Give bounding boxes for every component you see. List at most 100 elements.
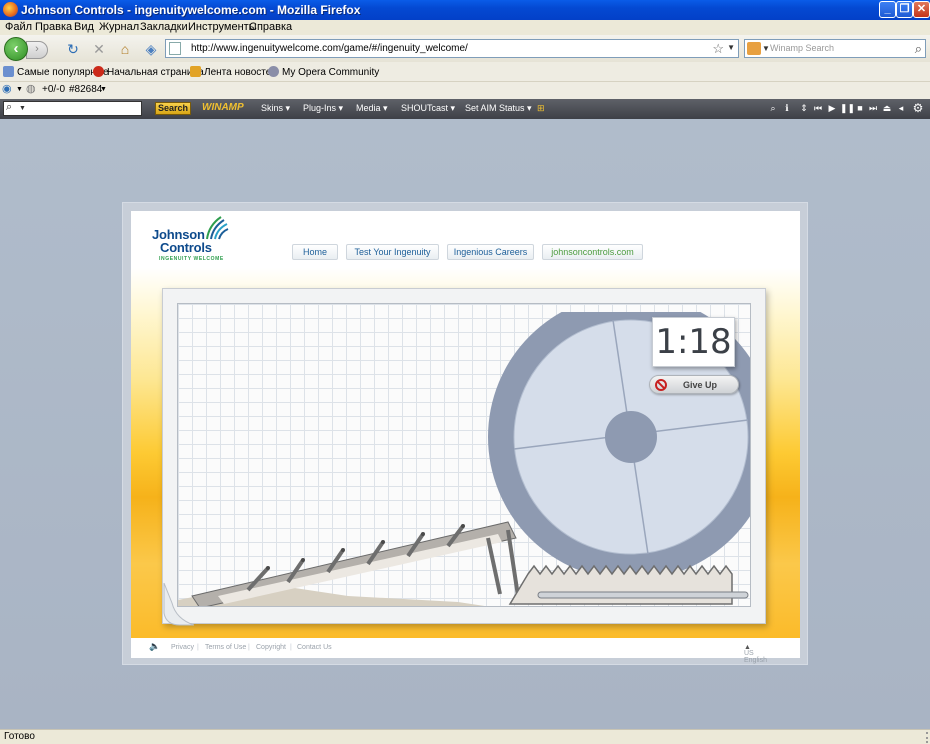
maximize-button[interactable]: ❐ bbox=[896, 1, 913, 18]
footer-link-privacy[interactable]: Privacy bbox=[171, 644, 194, 651]
bridge-truss-graphic bbox=[178, 521, 749, 606]
extension-toolbar: ◉ ▼ ◍ +0/-0 #82684 ▼ bbox=[0, 82, 930, 99]
search-icon[interactable]: ⌕ bbox=[915, 41, 922, 57]
bookmark-start-page[interactable]: Начальная страница bbox=[93, 66, 204, 78]
logo-line-2: Controls bbox=[160, 240, 212, 255]
search-engine-icon[interactable] bbox=[747, 42, 761, 55]
search-icon: ⌕ bbox=[6, 101, 13, 113]
menu-tools[interactable]: Инструменты bbox=[188, 21, 257, 33]
url-text: http://www.ingenuitywelcome.com/game/#/i… bbox=[191, 43, 468, 54]
page-icon bbox=[3, 66, 14, 77]
volume-icon[interactable]: ◂ bbox=[895, 102, 907, 114]
search-dropdown-icon[interactable]: ▼ bbox=[19, 105, 26, 112]
url-bar[interactable]: http://www.ingenuitywelcome.com/game/#/i… bbox=[165, 39, 739, 58]
johnson-controls-logo-icon bbox=[206, 216, 229, 240]
addon-icon[interactable]: ◈ bbox=[142, 40, 160, 58]
winamp-menu-media[interactable]: Media ▾ bbox=[356, 103, 388, 114]
winamp-menu-plugins[interactable]: Plug-Ins ▾ bbox=[303, 103, 343, 114]
rank-dropdown-icon[interactable]: ▼ bbox=[100, 86, 107, 93]
menu-label: Skins bbox=[261, 103, 284, 113]
shuffle-icon[interactable]: ⇕ bbox=[798, 102, 810, 114]
language-selector[interactable]: US English ▲ bbox=[744, 644, 767, 664]
bookmarks-toolbar: Самые популярные Начальная страница Лент… bbox=[0, 62, 930, 82]
resize-grip[interactable] bbox=[914, 732, 928, 743]
winamp-search-icon[interactable]: ⌕ bbox=[767, 102, 779, 114]
menu-view[interactable]: Вид bbox=[74, 21, 94, 33]
opera-community-icon bbox=[268, 66, 279, 77]
eject-icon[interactable]: ⏏ bbox=[881, 102, 893, 114]
minimize-button[interactable]: _ bbox=[879, 1, 896, 18]
stop-icon[interactable]: ✕ bbox=[90, 40, 108, 58]
winamp-search-input[interactable]: ⌕ ▼ bbox=[3, 101, 142, 116]
site-footer: 🔈 Privacy | Terms of Use | Copyright | C… bbox=[131, 638, 800, 664]
menu-edit[interactable]: Правка bbox=[35, 21, 72, 33]
back-button[interactable]: ‹ bbox=[4, 37, 28, 61]
footer-separator: | bbox=[290, 644, 292, 651]
previous-icon[interactable]: ⏮ bbox=[812, 102, 824, 114]
bookmark-label: Лента новостей bbox=[204, 67, 277, 78]
footer-link-terms[interactable]: Terms of Use bbox=[205, 644, 246, 651]
status-bar: Готово bbox=[0, 729, 930, 744]
menu-history[interactable]: Журнал bbox=[99, 21, 139, 33]
menu-label: Set AIM Status bbox=[465, 103, 525, 113]
extension-dropdown-icon[interactable]: ▼ bbox=[16, 86, 23, 93]
page-icon bbox=[169, 42, 181, 55]
menu-label: Media bbox=[356, 103, 381, 113]
menu-bar: Файл Правка Вид Журнал Закладки Инструме… bbox=[0, 20, 930, 35]
page-curl-graphic bbox=[163, 583, 194, 626]
firefox-icon bbox=[3, 2, 18, 17]
close-button[interactable]: ✕ bbox=[913, 1, 930, 18]
winamp-menu-skins[interactable]: Skins ▾ bbox=[261, 103, 290, 114]
winamp-menu-shoutcast[interactable]: SHOUTcast ▾ bbox=[401, 103, 455, 114]
winamp-search-button[interactable]: Search bbox=[155, 102, 191, 115]
search-placeholder: Winamp Search bbox=[770, 43, 835, 53]
navigation-toolbar: › ‹ ↻ ✕ ⌂ ◈ http://www.ingenuitywelcome.… bbox=[0, 35, 930, 62]
sound-icon[interactable]: 🔈 bbox=[149, 641, 160, 652]
bookmark-news-feed[interactable]: Лента новостей bbox=[190, 66, 277, 78]
menu-bookmarks[interactable]: Закладки bbox=[140, 21, 188, 33]
winamp-menu-aim-status[interactable]: Set AIM Status ▾ bbox=[465, 103, 532, 114]
menu-file[interactable]: Файл bbox=[5, 21, 32, 33]
give-up-label: Give Up bbox=[683, 380, 718, 390]
extension-icon[interactable]: ◉ bbox=[2, 82, 12, 95]
stop-icon[interactable]: ■ bbox=[854, 102, 866, 114]
footer-separator: | bbox=[248, 644, 250, 651]
window-title: Johnson Controls - ingenuitywelcome.com … bbox=[21, 3, 361, 17]
home-icon[interactable]: ⌂ bbox=[116, 40, 134, 58]
tab-johnsoncontrols-com[interactable]: johnsoncontrols.com bbox=[542, 244, 643, 260]
winamp-toolbar: ⌕ ▼ Search WINAMP Skins ▾ Plug-Ins ▾ Med… bbox=[0, 99, 930, 119]
pause-icon[interactable]: ❚❚ bbox=[840, 102, 855, 114]
info-icon[interactable]: ℹ bbox=[781, 102, 793, 114]
engine-dropdown-icon[interactable]: ▼ bbox=[762, 44, 770, 53]
tab-home[interactable]: Home bbox=[292, 244, 338, 260]
rank-number[interactable]: #82684 bbox=[69, 84, 102, 95]
logo-tagline: INGENUITY WELCOME bbox=[159, 256, 224, 262]
footer-link-copyright[interactable]: Copyright bbox=[256, 644, 286, 651]
tab-test-your-ingenuity[interactable]: Test Your Ingenuity bbox=[346, 244, 439, 260]
play-icon[interactable]: ▶ bbox=[826, 102, 838, 114]
menu-help[interactable]: Справка bbox=[249, 21, 292, 33]
language-label: US English bbox=[744, 650, 767, 664]
bookmark-label: My Opera Community bbox=[282, 67, 380, 78]
url-dropdown-icon[interactable]: ▼ bbox=[727, 43, 735, 52]
menu-label: Plug-Ins bbox=[303, 103, 337, 113]
next-icon[interactable]: ⏭ bbox=[867, 102, 879, 114]
winamp-logo[interactable]: WINAMP bbox=[202, 102, 244, 113]
settings-gear-icon[interactable]: ⚙ bbox=[912, 102, 924, 114]
rating-icon: ◍ bbox=[26, 83, 36, 95]
bookmark-my-opera[interactable]: My Opera Community bbox=[268, 66, 379, 78]
reload-icon[interactable]: ↻ bbox=[64, 40, 82, 58]
no-entry-icon bbox=[655, 379, 667, 391]
rating-score: +0/-0 bbox=[42, 84, 66, 95]
forward-button[interactable]: › bbox=[26, 41, 48, 59]
give-up-button[interactable]: Give Up bbox=[649, 375, 739, 394]
search-bar[interactable]: ▼ Winamp Search ⌕ bbox=[744, 39, 926, 58]
site-frame: Johnson Controls INGENUITY WELCOME Home … bbox=[122, 202, 808, 665]
site-container: Johnson Controls INGENUITY WELCOME Home … bbox=[131, 211, 800, 664]
bookmark-star-icon[interactable]: ☆ bbox=[712, 41, 724, 57]
add-icon[interactable]: ⊞ bbox=[537, 103, 545, 114]
window-title-bar[interactable]: Johnson Controls - ingenuitywelcome.com … bbox=[0, 0, 930, 20]
footer-link-contact[interactable]: Contact Us bbox=[297, 644, 332, 651]
opera-icon bbox=[93, 66, 104, 77]
tab-ingenious-careers[interactable]: Ingenious Careers bbox=[447, 244, 534, 260]
